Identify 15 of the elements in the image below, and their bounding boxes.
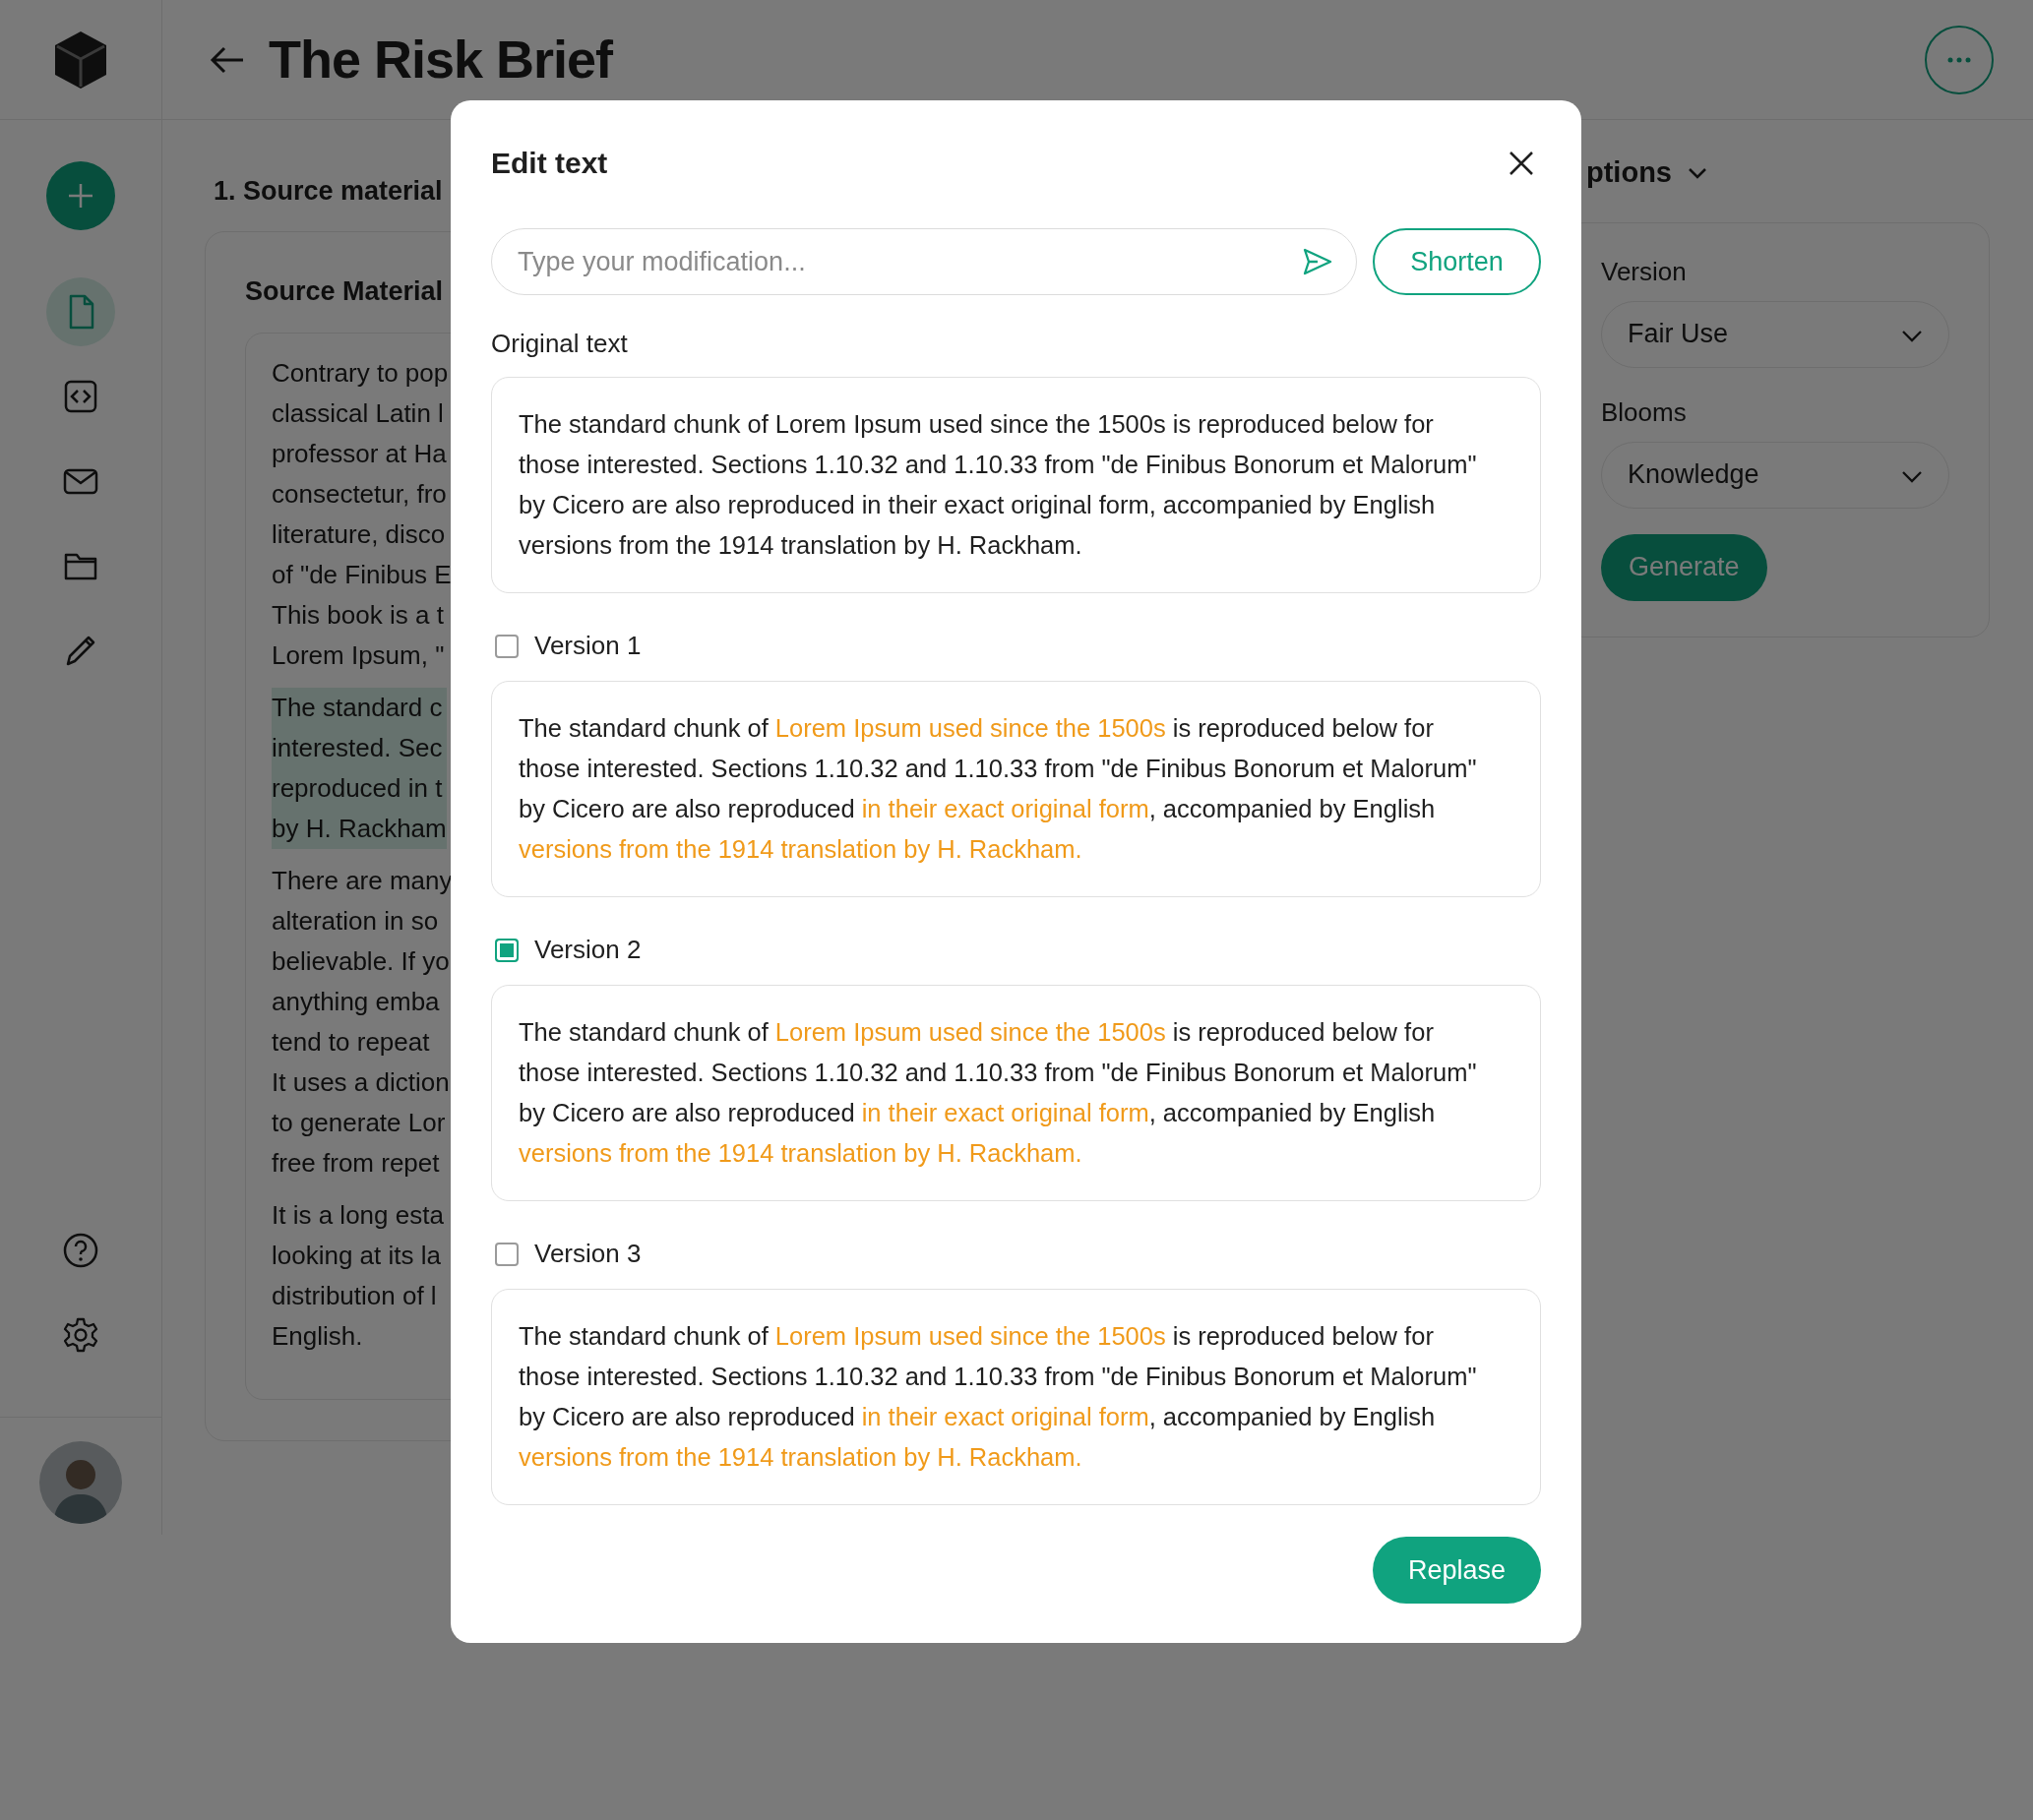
original-text: The standard chunk of Lorem Ipsum used since the 1500s is reproduced below for those interested. Sections 1.10.32 and 1.10.33 from "de Finibus Bonorum et Malorum" by Cicero are also reproduced in their exact original form, accompanied by English versions from the 1914 translation by H. Rackham. bbox=[491, 377, 1541, 593]
paragraph: Contrary to pop classical Latin l professor at Ha consectetur, fro literature, disco of "de Finibus E This book is a t Lorem Ipsum, " bbox=[272, 357, 452, 672]
card-heading: Source Material bbox=[245, 274, 445, 308]
paragraph: There are many alteration in so believable. If yo anything emba tend to repeat It uses a diction to generate Lor free from repet bbox=[272, 865, 453, 1180]
field-label: Blooms bbox=[1601, 395, 1688, 429]
section-label: Original text bbox=[491, 328, 629, 360]
section-title: 1. Source material bbox=[214, 175, 444, 208]
field-label: Version bbox=[1601, 255, 1688, 288]
version-text: The standard chunk of Lorem Ipsum used since the 1500s is reproduced below for those interested. Sections 1.10.32 and 1.10.33 from "de Finibus Bonorum et Malorum" by Cicero are also reproduced in their exact original form, accompanied by English versions from the 1914 translation by H. Rackham. bbox=[491, 681, 1541, 897]
paragraph: The standard c interested. Sec reproduced in t by H. Rackham bbox=[272, 688, 447, 849]
paragraph: It is a long esta looking at its la distribution of l English. bbox=[272, 1199, 444, 1353]
version-text: The standard chunk of Lorem Ipsum used since the 1500s is reproduced below for those interested. Sections 1.10.32 and 1.10.33 from "de Finibus Bonorum et Malorum" by Cicero are also reproduced in their exact original form, accompanied by English versions from the 1914 translation by H. Rackham. bbox=[491, 1289, 1541, 1505]
page-title: The Risk Brief bbox=[269, 29, 613, 91]
version-text: The standard chunk of Lorem Ipsum used since the 1500s is reproduced below for those interested. Sections 1.10.32 and 1.10.33 from "de Finibus Bonorum et Malorum" by Cicero are also reproduced in their exact original form, accompanied by English versions from the 1914 translation by H. Rackham. bbox=[491, 985, 1541, 1201]
dialog-title: Edit text bbox=[491, 146, 608, 181]
